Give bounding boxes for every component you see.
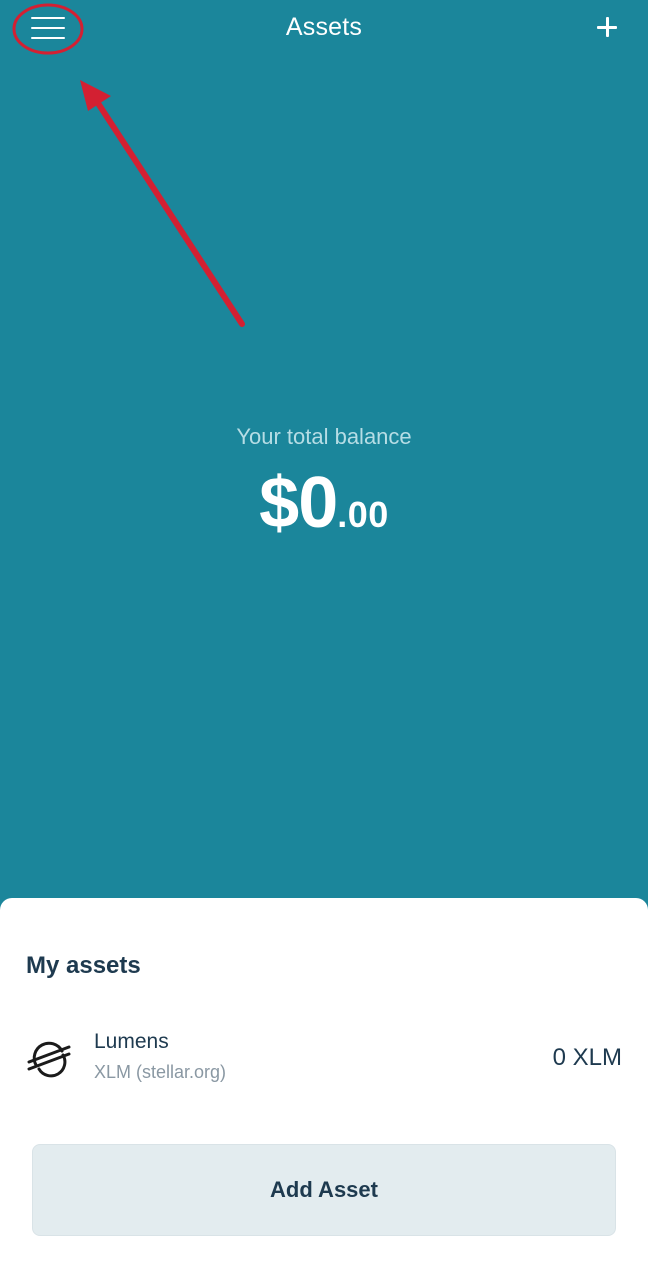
plus-icon-stroke [606,17,609,37]
balance-label: Your total balance [236,424,412,449]
balance-amount-cents: .00 [337,494,389,535]
asset-row-lumens[interactable]: Lumens XLM (stellar.org) 0 XLM [0,1022,648,1092]
balance-amount-main: $0 [259,463,338,543]
add-asset-button[interactable]: Add Asset [32,1144,616,1236]
asset-subtitle: XLM (stellar.org) [94,1062,227,1082]
annotation-arrow-head [80,80,111,111]
section-title: My assets [26,952,141,979]
asset-name: Lumens [94,1030,169,1053]
total-balance-amount: $0.00 [0,462,648,544]
page-title: Assets [285,13,363,41]
assets-sheet: My assets Lumens XLM (stellar.org) 0 XLM… [0,898,648,1280]
header-bar: Assets [0,0,648,56]
annotation-arrow-shaft [89,91,245,327]
assets-screen: Assets Your total balance $0.00 My asset… [0,0,648,1280]
stellar-logo-icon [27,1041,71,1078]
asset-balance: 0 XLM [552,1044,622,1071]
add-button[interactable] [590,10,624,44]
